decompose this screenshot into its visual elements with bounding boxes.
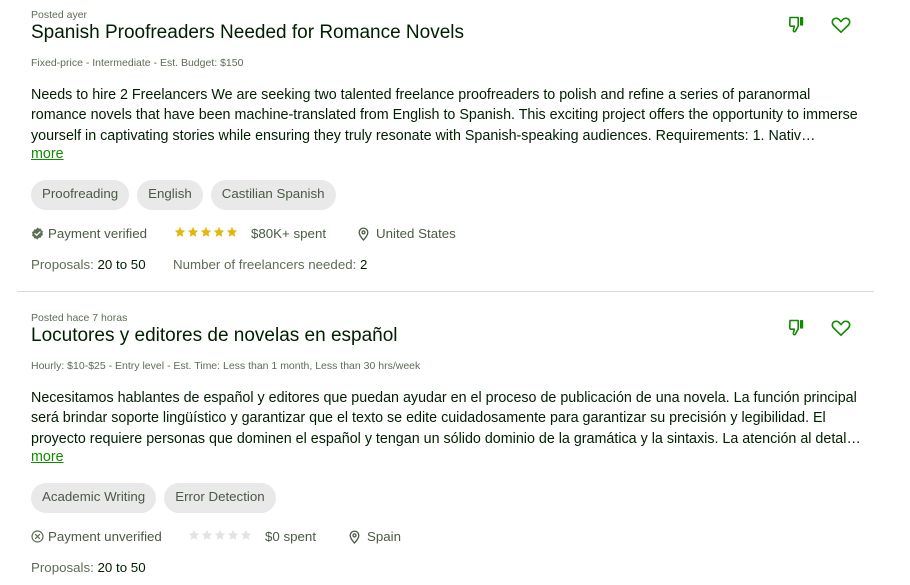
more-link[interactable]: more — [31, 146, 64, 162]
job-meta: Fixed-price - Intermediate - Est. Budget… — [31, 57, 244, 69]
client-spent: $80K+ spent — [251, 226, 327, 241]
heart-icon[interactable] — [830, 317, 852, 339]
skill-tag[interactable]: English — [137, 180, 203, 210]
freelancers-needed-label: Number of freelancers needed: — [173, 257, 357, 272]
proposals-info: Proposals: 20 to 50 — [31, 560, 146, 575]
location-pin-icon — [349, 529, 360, 544]
rating-stars — [188, 529, 252, 541]
proposals-label: Proposals: — [31, 560, 94, 575]
star-icon — [213, 226, 225, 237]
description-line: será brindar soporte lingüístico y garan… — [31, 410, 826, 427]
star-icon — [227, 529, 239, 540]
thumbs-down-icon[interactable] — [787, 14, 809, 36]
proposals-info: Proposals: 20 to 50 Number of freelancer… — [31, 257, 367, 272]
location-label: United States — [376, 226, 456, 241]
rating-stars — [174, 226, 238, 238]
star-icon — [240, 529, 252, 540]
verified-check-icon — [31, 227, 44, 240]
payment-status: Payment unverified — [31, 529, 162, 544]
posted-time: Posted hace 7 horas — [31, 312, 128, 324]
skill-tag[interactable]: Proofreading — [31, 180, 130, 210]
star-icon — [187, 226, 199, 237]
payment-status-label: Payment verified — [48, 226, 148, 241]
description-line: yourself in captivating stories while en… — [31, 127, 821, 144]
job-title[interactable]: Spanish Proofreaders Needed for Romance … — [31, 22, 464, 44]
star-icon — [201, 529, 213, 540]
client-spent: $0 spent — [265, 529, 317, 544]
skill-tag[interactable]: Error Detection — [164, 483, 276, 513]
proposals-label: Proposals: — [31, 257, 94, 272]
client-rating — [188, 529, 252, 541]
more-link[interactable]: more — [31, 449, 64, 465]
job-title[interactable]: Locutores y editores de novelas en españ… — [31, 325, 398, 347]
payment-status-label: Payment unverified — [48, 529, 162, 544]
client-location: Spain — [349, 529, 401, 544]
skill-tag[interactable]: Castilian Spanish — [210, 180, 336, 210]
job-meta: Hourly: $10-$25 - Entry level - Est. Tim… — [31, 360, 421, 372]
location-pin-icon — [358, 226, 369, 241]
star-icon — [200, 226, 212, 237]
skills-list: Academic Writing Error Detection — [31, 483, 276, 513]
thumbs-down-icon[interactable] — [787, 317, 809, 339]
star-icon — [226, 226, 238, 237]
description-line: Needs to hire 2 Freelancers We are seeki… — [31, 87, 811, 103]
star-icon — [188, 529, 200, 540]
job-divider — [17, 291, 874, 292]
payment-status: Payment verified — [31, 226, 147, 241]
description-line: romance novels that have been machine-tr… — [31, 107, 858, 124]
client-info: Payment verified $80K+ spent United Stat… — [31, 226, 731, 244]
skill-tag[interactable]: Academic Writing — [31, 483, 157, 513]
description-line: proyecto requiere personas que dominen e… — [31, 430, 861, 447]
heart-icon[interactable] — [830, 14, 852, 36]
proposals-value: 20 to 50 — [97, 257, 146, 272]
description-line: Necesitamos hablantes de español y edito… — [31, 390, 857, 406]
freelancers-needed-value: 2 — [360, 257, 368, 272]
star-icon — [214, 529, 226, 540]
job-description: Needs to hire 2 Freelancers We are seeki… — [31, 85, 871, 146]
job-description: Necesitamos hablantes de español y edito… — [31, 388, 871, 449]
unverified-x-icon — [31, 530, 44, 543]
client-location: United States — [358, 226, 456, 241]
proposals-value: 20 to 50 — [97, 560, 146, 575]
skills-list: Proofreading English Castilian Spanish — [31, 180, 336, 210]
client-rating — [174, 226, 238, 238]
posted-time: Posted ayer — [31, 9, 88, 21]
location-label: Spain — [367, 529, 402, 544]
star-icon — [174, 226, 186, 237]
client-info: Payment unverified $0 spent Spain — [31, 529, 731, 547]
